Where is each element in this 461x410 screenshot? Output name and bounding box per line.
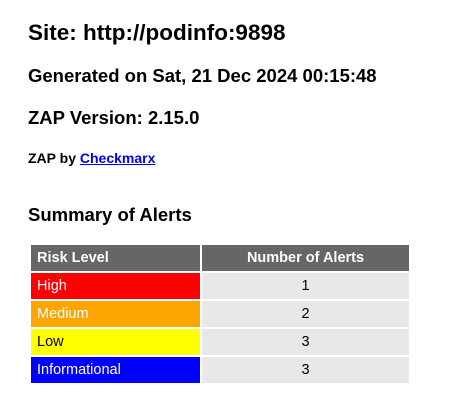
zap-version: ZAP Version: 2.15.0 <box>28 107 200 128</box>
count-cell-low: 3 <box>202 329 409 355</box>
count-cell-medium: 2 <box>202 301 409 327</box>
risk-cell-informational: Informational <box>31 357 200 383</box>
zap-by-line: ZAP by Checkmarx <box>28 148 155 168</box>
risk-level-header: Risk Level <box>31 245 200 271</box>
table-row-low: Low 3 <box>31 329 409 355</box>
count-cell-high: 1 <box>202 273 409 299</box>
risk-cell-medium: Medium <box>31 301 200 327</box>
table-header-row: Risk Level Number of Alerts <box>31 245 409 271</box>
site-title: Site: http://podinfo:9898 <box>28 20 286 45</box>
count-cell-informational: 3 <box>202 357 409 383</box>
risk-cell-low: Low <box>31 329 200 355</box>
table-row-high: High 1 <box>31 273 409 299</box>
alert-count-header: Number of Alerts <box>202 245 409 271</box>
table-row-medium: Medium 2 <box>31 301 409 327</box>
risk-cell-high: High <box>31 273 200 299</box>
alerts-summary-table: Risk Level Number of Alerts High 1 Mediu… <box>29 243 411 385</box>
zap-by-prefix: ZAP by <box>28 150 76 166</box>
checkmarx-link[interactable]: Checkmarx <box>80 150 156 166</box>
generated-timestamp: Generated on Sat, 21 Dec 2024 00:15:48 <box>28 65 377 86</box>
table-row-informational: Informational 3 <box>31 357 409 383</box>
summary-heading: Summary of Alerts <box>28 204 192 225</box>
